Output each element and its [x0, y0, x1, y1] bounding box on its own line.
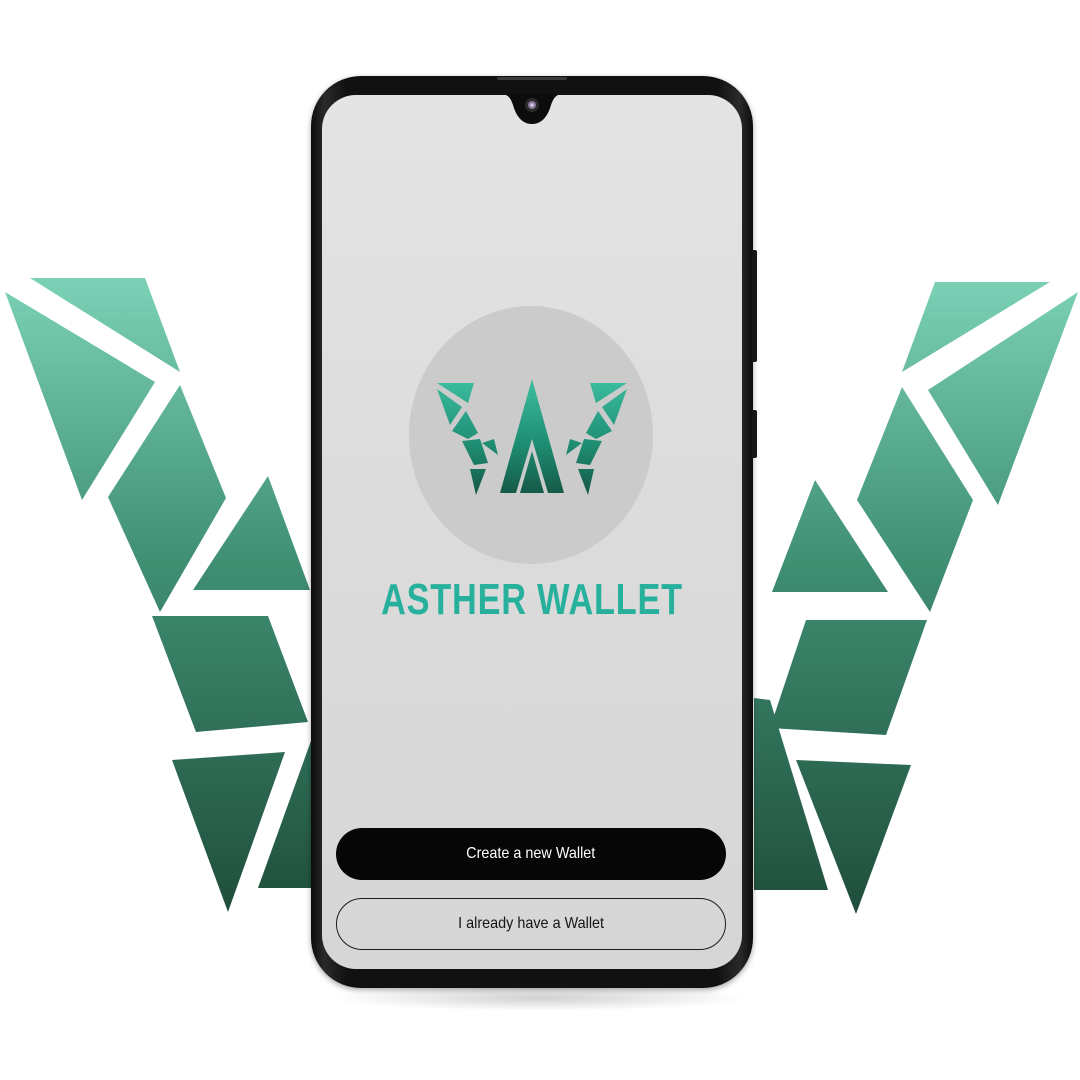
- app-screen: ASTHER WALLET Create a new Wallet I alre…: [322, 95, 742, 969]
- existing-wallet-button[interactable]: I already have a Wallet: [336, 898, 726, 950]
- promo-stage: ASTHER WALLET Create a new Wallet I alre…: [0, 0, 1080, 1080]
- speaker-grill: [497, 77, 567, 80]
- power-button: [752, 410, 757, 458]
- front-camera-icon: [505, 95, 559, 124]
- asther-w-logo-icon: [437, 379, 627, 495]
- existing-wallet-label: I already have a Wallet: [458, 915, 604, 932]
- volume-button: [752, 250, 757, 362]
- app-title: ASTHER WALLET: [381, 575, 683, 624]
- create-wallet-button[interactable]: Create a new Wallet: [336, 828, 726, 880]
- phone-shadow: [330, 985, 750, 1011]
- create-wallet-label: Create a new Wallet: [466, 845, 596, 862]
